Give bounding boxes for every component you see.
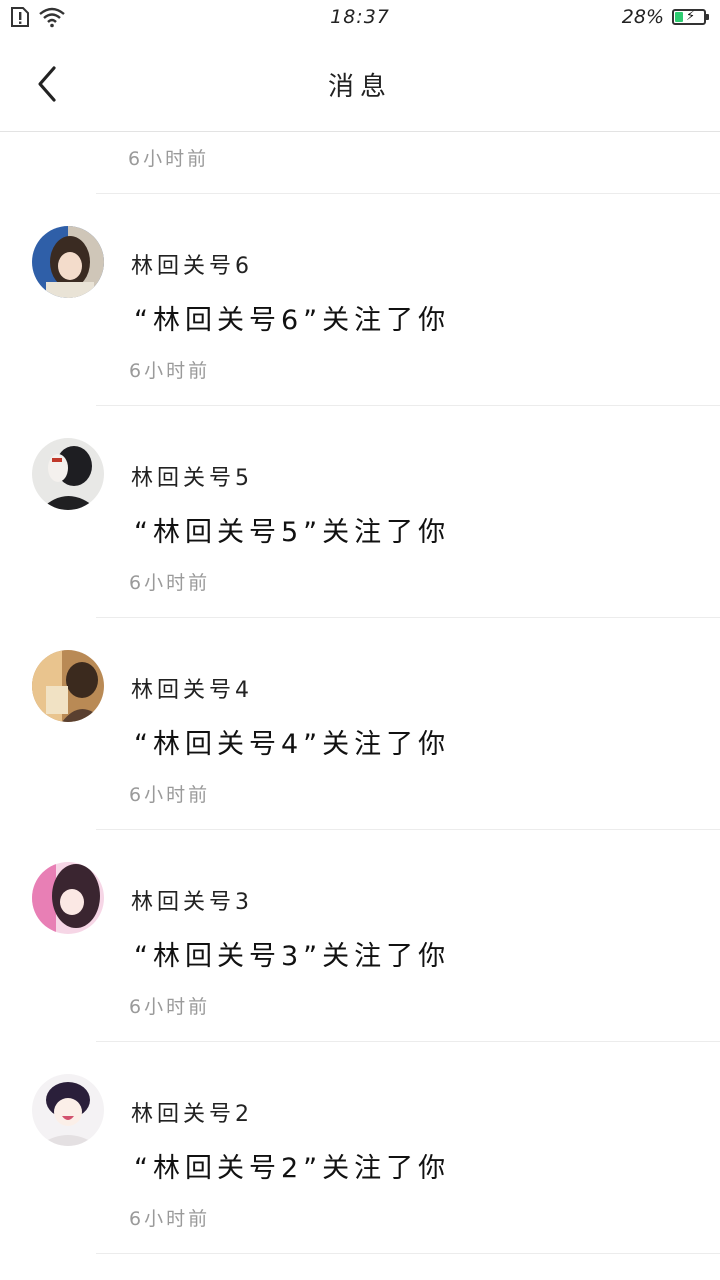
status-bar: 18:37 28% ⚡ — [0, 0, 720, 36]
status-right: 28% ⚡ — [621, 6, 709, 28]
charging-bolt-icon: ⚡ — [686, 9, 696, 24]
user-name[interactable]: 林回关号6 — [131, 248, 253, 280]
notification-time: 6小时前 — [129, 360, 211, 382]
notification-message: “林回关号6”关注了你 — [134, 305, 451, 336]
notification-time: 6小时前 — [128, 148, 210, 170]
list-item[interactable]: 林回关号3 “林回关号3”关注了你 6小时前 — [0, 830, 720, 1042]
status-time: 18:37 — [330, 6, 390, 28]
user-name[interactable]: 林回关号3 — [131, 884, 253, 916]
list-item[interactable]: 林回关号2 “林回关号2”关注了你 6小时前 — [0, 1042, 720, 1254]
notification-message: “林回关号3”关注了你 — [134, 941, 451, 972]
notification-time: 6小时前 — [129, 784, 211, 806]
battery-charging-icon: ⚡ — [672, 9, 709, 25]
notification-message: “林回关号5”关注了你 — [134, 517, 451, 548]
avatar[interactable] — [32, 438, 104, 510]
avatar[interactable] — [32, 650, 104, 722]
user-name[interactable]: 林回关号4 — [131, 672, 253, 704]
navigation-bar: 消息 — [0, 36, 720, 132]
divider — [96, 1253, 720, 1254]
notification-message: “林回关号4”关注了你 — [134, 729, 451, 760]
notification-time: 6小时前 — [129, 1208, 211, 1230]
avatar[interactable] — [32, 1074, 104, 1146]
page-title: 消息 — [327, 72, 392, 102]
battery-percent: 28% — [621, 6, 664, 28]
avatar[interactable] — [32, 862, 104, 934]
battery-fill — [675, 12, 683, 22]
notification-message: “林回关号2”关注了你 — [134, 1153, 451, 1184]
list-item[interactable]: 林回关号4 “林回关号4”关注了你 6小时前 — [0, 618, 720, 830]
user-name[interactable]: 林回关号2 — [131, 1096, 253, 1128]
avatar[interactable] — [32, 226, 104, 298]
user-name[interactable]: 林回关号5 — [131, 460, 253, 492]
notification-time: 6小时前 — [129, 572, 211, 594]
notification-list[interactable]: 6小时前 林回关号6 “林回关号6”关注了你 6小时前 林回关号5 “林回关号5… — [0, 132, 720, 1254]
list-item[interactable]: 林回关号5 “林回关号5”关注了你 6小时前 — [0, 406, 720, 618]
notification-time: 6小时前 — [129, 996, 211, 1018]
list-item-partial[interactable]: 6小时前 — [96, 132, 720, 194]
list-item[interactable]: 林回关号6 “林回关号6”关注了你 6小时前 — [0, 194, 720, 406]
